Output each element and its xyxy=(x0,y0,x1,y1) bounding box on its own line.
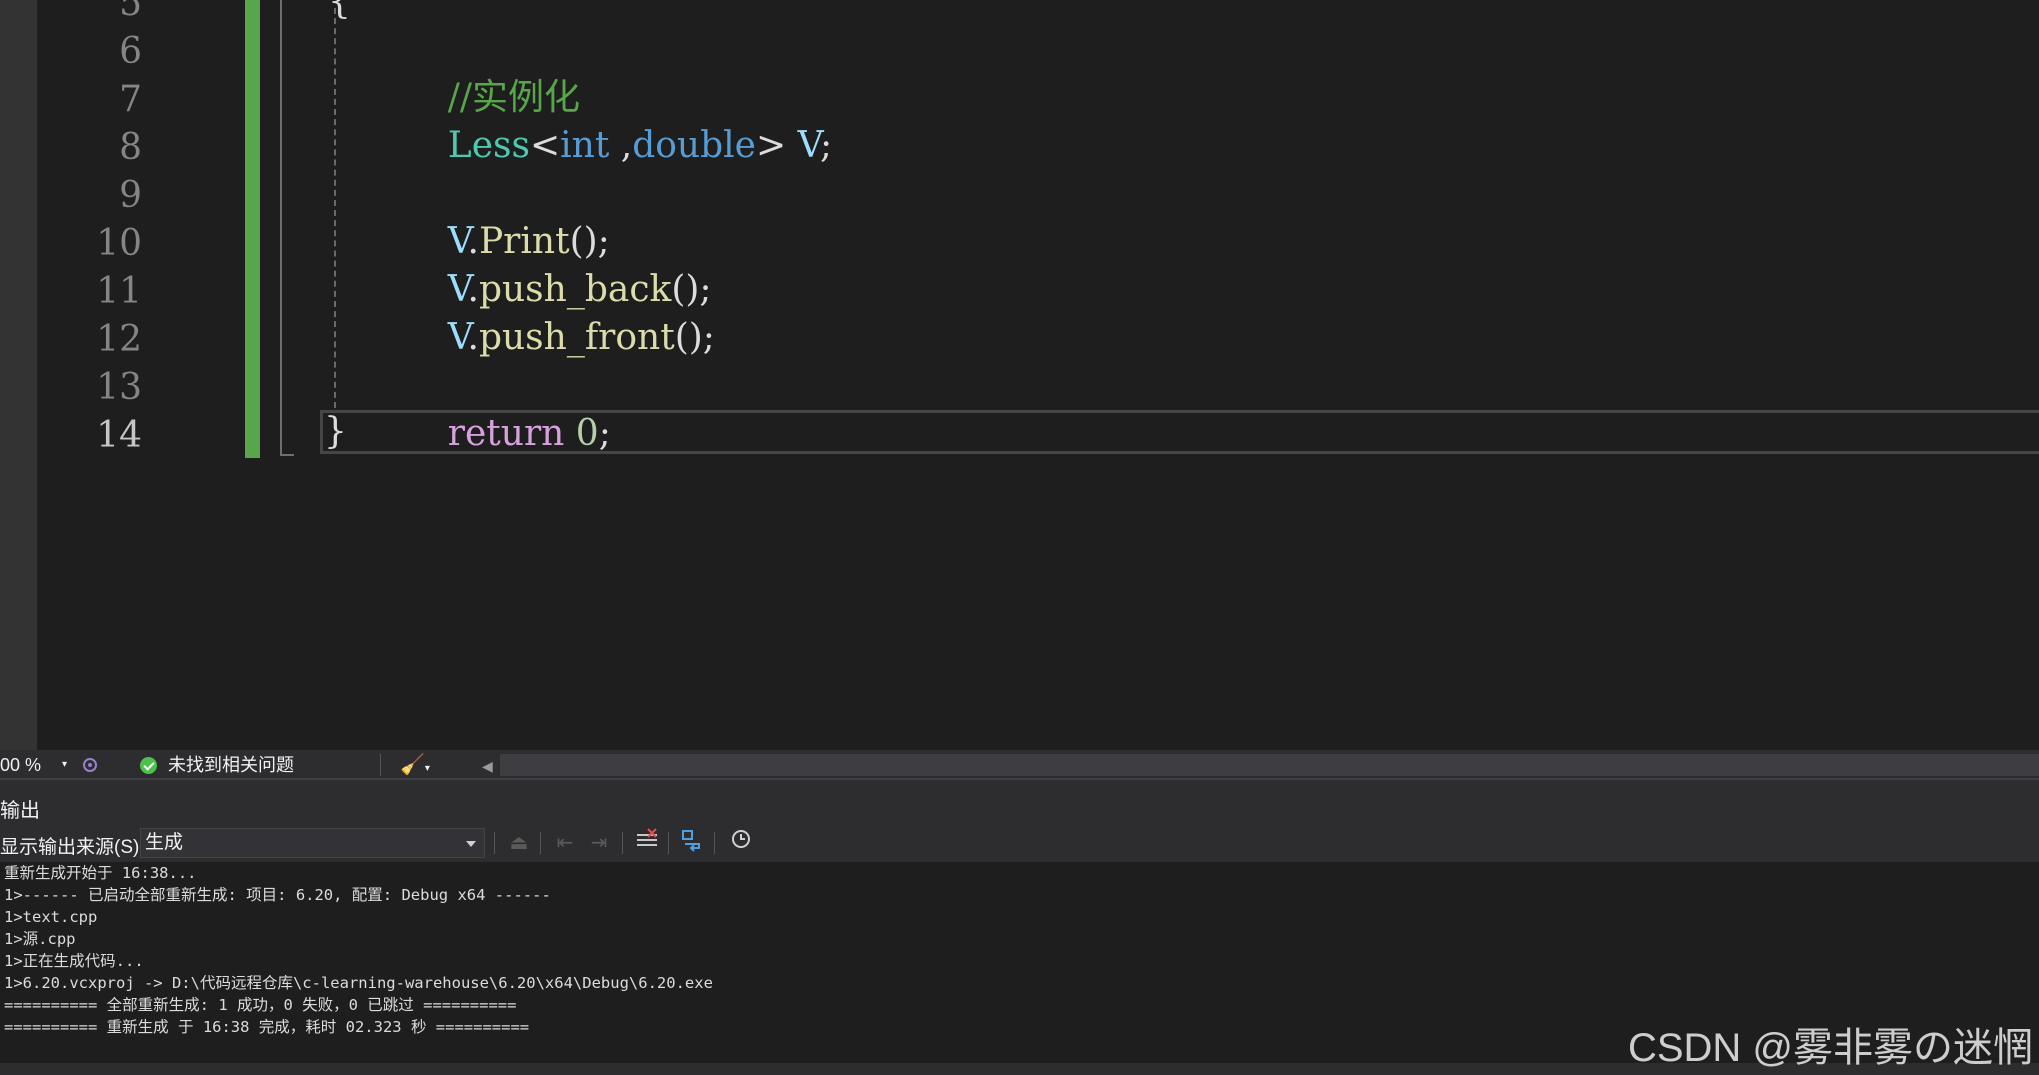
current-line-number: 14 xyxy=(96,415,142,456)
chevron-down-icon xyxy=(466,841,476,847)
editor-margin xyxy=(0,0,37,750)
scroll-left-arrow[interactable]: ◀ xyxy=(482,750,496,780)
line-number: 6 xyxy=(119,31,142,72)
variable: V xyxy=(797,125,820,166)
punctuation: > xyxy=(755,125,798,166)
clock-icon[interactable] xyxy=(726,828,756,858)
check-icon xyxy=(140,757,157,774)
code-line-5[interactable]: { xyxy=(328,0,351,26)
punctuation: . xyxy=(467,317,479,358)
keyword: double xyxy=(632,125,756,166)
output-source-value: 生成 xyxy=(145,832,184,853)
line-number: 7 xyxy=(119,79,142,120)
code-cleanup-button[interactable]: 🧹▾ xyxy=(400,750,444,780)
output-source-select[interactable]: 生成 xyxy=(140,828,485,858)
variable: V xyxy=(447,317,468,358)
change-tracking-bar xyxy=(245,0,260,458)
zoom-level: 00 % xyxy=(0,755,42,775)
separator xyxy=(622,832,623,854)
watermark: CSDN @雾非雾の迷惘 xyxy=(1627,1026,2033,1070)
separator xyxy=(714,832,715,854)
output-line: 1>------ 已启动全部重新生成: 项目: 6.20, 配置: Debug … xyxy=(4,886,551,904)
zoom-dropdown[interactable]: 00 % ▾ xyxy=(0,750,72,780)
output-line: ========== 全部重新生成: 1 成功，0 失败，0 已跳过 =====… xyxy=(4,996,517,1014)
code-line-13[interactable]: return 0; xyxy=(402,362,611,506)
output-line: 1>源.cpp xyxy=(4,930,76,948)
broom-icon: 🧹 xyxy=(400,754,425,776)
issues-text: 未找到相关问题 xyxy=(168,755,295,775)
line-number: 8 xyxy=(119,127,142,168)
output-line: 1>正在生成代码... xyxy=(4,952,144,970)
clear-all-icon[interactable] xyxy=(632,828,662,858)
line-number-gutter: 5 6 7 8 9 10 11 12 13 14 xyxy=(37,0,142,750)
indent-guide xyxy=(334,8,336,408)
number-literal: 0 xyxy=(575,413,599,454)
find-message-in-code-icon[interactable]: ⏏ xyxy=(504,828,534,858)
chevron-down-icon: ▾ xyxy=(424,763,430,774)
editor-status-bar: 00 % ▾ 未找到相关问题 🧹▾ ◀ xyxy=(0,750,2039,780)
panel-title: 输出 xyxy=(0,800,40,822)
keyword: int xyxy=(560,125,610,166)
punctuation: ; xyxy=(598,413,611,454)
separator xyxy=(380,754,381,776)
class-name: Less xyxy=(447,125,530,166)
separator xyxy=(494,832,495,854)
line-number: 13 xyxy=(96,367,142,408)
outline-fold-end xyxy=(280,454,294,456)
outline-fold-line[interactable] xyxy=(280,0,282,456)
output-line: 1>text.cpp xyxy=(4,908,98,926)
separator xyxy=(540,832,541,854)
punctuation: < xyxy=(529,125,561,166)
issues-indicator[interactable]: 未找到相关问题 xyxy=(140,750,380,780)
line-number: 10 xyxy=(96,223,142,264)
next-message-icon[interactable]: ⇥ xyxy=(584,828,614,858)
keyword-return: return xyxy=(447,413,565,454)
panel-divider xyxy=(0,778,2039,780)
intellicode-icon[interactable] xyxy=(80,750,100,780)
output-line: 重新生成开始于 16:38... xyxy=(4,864,197,882)
function-name: push_front xyxy=(478,317,675,358)
line-number: 12 xyxy=(96,319,142,360)
code-editor[interactable]: 5 6 7 8 9 10 11 12 13 14 { //实例化 Less<in… xyxy=(0,0,2039,750)
punctuation: , xyxy=(609,125,633,166)
line-number: 5 xyxy=(119,0,142,24)
output-source-label: 显示输出来源(S): xyxy=(0,837,145,858)
word-wrap-icon[interactable] xyxy=(678,828,708,858)
horizontal-scrollbar[interactable] xyxy=(500,754,2039,776)
previous-message-icon[interactable]: ⇤ xyxy=(550,828,580,858)
chevron-down-icon: ▾ xyxy=(62,759,68,770)
output-line: 1>6.20.vcxproj -> D:\代码远程仓库\c-learning-w… xyxy=(4,974,713,992)
line-number: 11 xyxy=(96,271,142,312)
punctuation: ; xyxy=(819,125,833,166)
output-line: ========== 重新生成 于 16:38 完成，耗时 02.323 秒 =… xyxy=(4,1018,530,1036)
arrow-left-icon: ◀ xyxy=(482,758,493,774)
punctuation: (); xyxy=(674,317,715,358)
separator xyxy=(668,832,669,854)
line-number: 9 xyxy=(119,175,142,216)
code-line-14[interactable]: } xyxy=(324,408,347,456)
